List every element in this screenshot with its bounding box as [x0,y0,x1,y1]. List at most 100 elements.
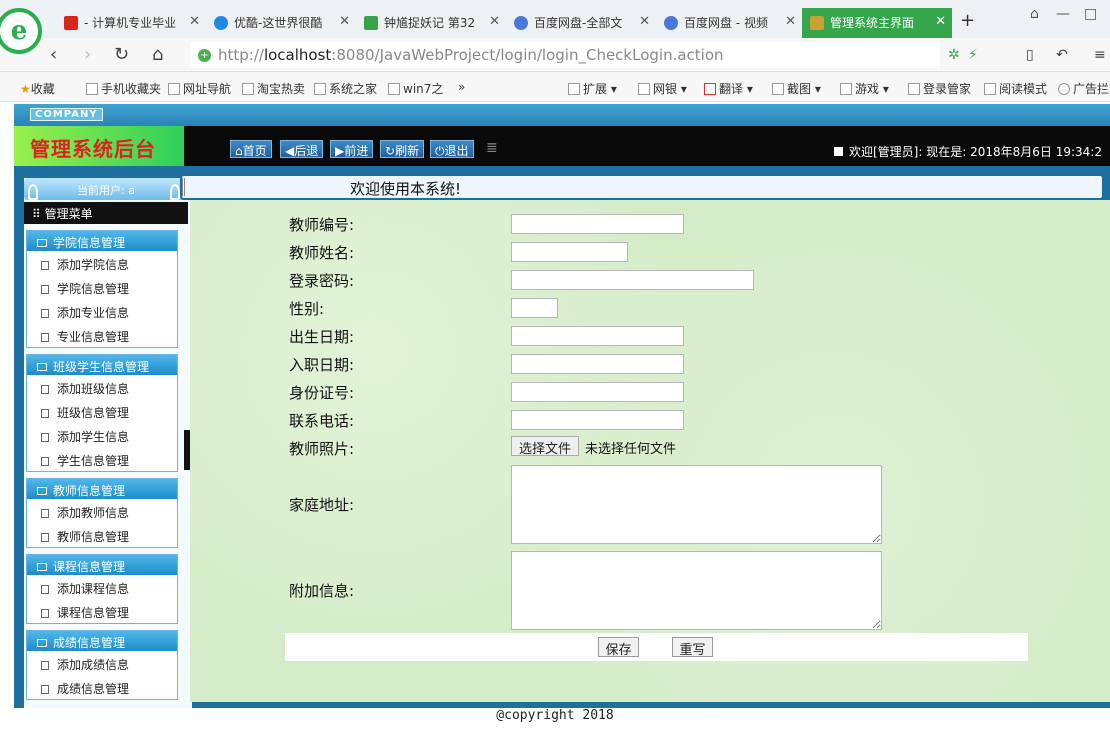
phone-input[interactable] [511,410,684,430]
birth-date-input[interactable] [511,326,684,346]
forward-button[interactable]: ▶前进 [330,140,374,158]
menu-item[interactable]: 学院信息管理 [27,275,177,299]
close-icon[interactable]: ✕ [189,14,200,29]
menu-group-header[interactable]: 学院信息管理 [27,231,177,251]
id-card-label: 身份证号: [289,384,355,402]
skin-icon[interactable]: ⌂ [1030,6,1039,22]
browser-tab[interactable]: 钟馗捉妖记 第32 ✕ [356,8,506,38]
forward-icon[interactable]: › [84,44,91,65]
toolbar-extensions[interactable]: 扩展 ▾ [568,80,617,97]
menu-item[interactable]: 班级信息管理 [27,399,177,423]
home-button[interactable]: ⌂首页 [230,140,272,158]
close-icon[interactable]: ✕ [489,14,500,29]
document-icon [41,585,49,594]
new-tab-button[interactable]: + [960,10,975,31]
home-icon: ⌂ [235,144,243,158]
bookmark-item[interactable]: win7之 [388,80,443,97]
url-path: :8080/JavaWebProject/login/login_CheckLo… [331,46,724,64]
reload-icon[interactable]: ↻ [114,44,129,65]
maximize-icon[interactable]: □ [1084,6,1097,22]
bookmark-icon [242,83,254,95]
minimize-icon[interactable]: — [1056,6,1070,22]
save-button[interactable]: 保存 [598,637,639,658]
form-actions: 保存 重写 [285,633,1028,661]
address-textarea[interactable] [511,465,882,544]
bookmark-favorites[interactable]: ★收藏 [20,80,55,97]
id-card-input[interactable] [511,382,684,402]
home-icon[interactable]: ⌂ [152,44,163,65]
menu-item[interactable]: 成绩信息管理 [27,675,177,699]
app-header: 管理系统后台 ⌂首页 ◀后退 ▶前进 ↻刷新 ⏻退出 ≣ 欢迎[管理员]: 现在… [14,126,1110,166]
bookmark-item[interactable]: 网址导航 [168,80,231,97]
close-icon[interactable]: ✕ [785,14,796,29]
menu-item[interactable]: 课程信息管理 [27,599,177,623]
back-button[interactable]: ◀后退 [280,140,324,158]
document-icon [41,261,49,270]
menu-icon[interactable]: ≡ [1094,47,1106,63]
back-icon[interactable]: ‹ [50,44,57,65]
teacher-name-input[interactable] [511,242,628,262]
device-icon[interactable]: ▯ [1026,47,1034,63]
tab-favicon-icon [810,16,824,30]
toolbar-translate[interactable]: 翻译 ▾ [704,80,753,97]
toolbar-login-manager[interactable]: 登录管家 [908,80,971,97]
menu-item[interactable]: 教师信息管理 [27,523,177,547]
teacher-no-input[interactable] [511,214,684,234]
close-icon[interactable]: ✕ [339,14,350,29]
bookmarks-overflow[interactable]: » [458,80,465,94]
gender-input[interactable] [511,298,558,318]
menu-group-header[interactable]: 课程信息管理 [27,555,177,575]
close-icon[interactable]: ✕ [935,14,946,29]
close-icon[interactable]: ✕ [639,14,650,29]
menu-item[interactable]: 学生信息管理 [27,447,177,471]
logout-button[interactable]: ⏻退出 [430,140,474,158]
sidebar: 当前用户: a ⠿ 管理菜单 学院信息管理 添加学院信息 学院信息管理 添加专业… [24,178,192,708]
toolbar-screenshot[interactable]: 截图 ▾ [772,80,821,97]
menu-group-header[interactable]: 成绩信息管理 [27,631,177,651]
menu-group-header[interactable]: 教师信息管理 [27,479,177,499]
browser-tab-active[interactable]: 管理系统主界面 ✕ [802,8,952,38]
toolbar-games[interactable]: 游戏 ▾ [840,80,889,97]
menu-item[interactable]: 添加学院信息 [27,251,177,275]
tab-favicon-icon [514,16,528,30]
menu-item[interactable]: 添加班级信息 [27,375,177,399]
choose-file-button[interactable]: 选择文件 [511,436,579,457]
refresh-button[interactable]: ↻刷新 [380,140,425,158]
browser-tab[interactable]: - 计算机专业毕业 ✕ [56,8,206,38]
browser-tab[interactable]: 优酷-这世界很酷 ✕ [206,8,356,38]
url-input[interactable]: + http://localhost:8080/JavaWebProject/l… [190,42,940,68]
toolbar-reader-mode[interactable]: 阅读模式 [984,80,1047,97]
lightning-icon[interactable]: ⚡ [968,47,978,63]
toolbar-bank[interactable]: 网银 ▾ [638,80,687,97]
menu-item[interactable]: 添加课程信息 [27,575,177,599]
extra-textarea[interactable] [511,551,882,630]
menu-group-course: 课程信息管理 添加课程信息 课程信息管理 [26,554,178,624]
tab-title: - 计算机专业毕业 [84,16,177,30]
menu-item[interactable]: 添加成绩信息 [27,651,177,675]
undo-icon[interactable]: ↶ [1056,47,1068,63]
bookmark-item[interactable]: 手机收藏夹 [86,80,161,97]
browser-tab[interactable]: 百度网盘-全部文 ✕ [506,8,656,38]
bookmark-item[interactable]: 系统之家 [314,80,377,97]
toolbar-adblock[interactable]: 广告拦 [1058,80,1109,97]
menu-item[interactable]: 专业信息管理 [27,323,177,347]
reset-button[interactable]: 重写 [672,637,713,658]
site-security-icon: + [198,49,211,62]
grip-icon: ≣ [486,140,498,156]
book-icon [984,83,996,95]
bookmark-icon [168,83,180,95]
menu-group-header[interactable]: 班级学生信息管理 [27,355,177,375]
browser-tab[interactable]: 百度网盘 - 视频 ✕ [656,8,802,38]
menu-item[interactable]: 添加学生信息 [27,423,177,447]
refresh-icon: ↻ [385,144,396,158]
bookmark-item[interactable]: 淘宝热卖 [242,80,305,97]
extensions-icon [568,83,580,95]
extra-label: 附加信息: [289,582,355,600]
password-input[interactable] [511,270,754,290]
speed-icon[interactable]: ✲ [948,47,960,63]
menu-item[interactable]: 添加专业信息 [27,299,177,323]
hire-date-input[interactable] [511,354,684,374]
list-icon [37,639,47,647]
bookmarks-bar: ★收藏 手机收藏夹 网址导航 淘宝热卖 系统之家 win7之 » 扩展 ▾ 网银… [0,72,1110,102]
menu-item[interactable]: 添加教师信息 [27,499,177,523]
